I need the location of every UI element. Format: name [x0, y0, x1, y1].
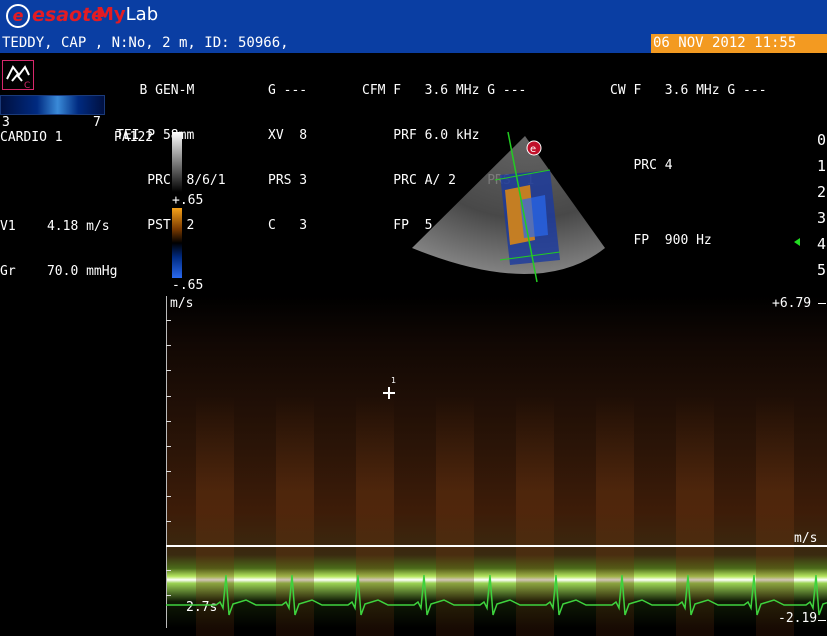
color-scale-min: -.65	[172, 278, 204, 293]
depth-tick: 5	[817, 261, 827, 279]
axis-tick	[166, 345, 171, 346]
param-line: PRC 4	[610, 158, 673, 173]
param-line: PRS 3	[268, 173, 308, 188]
param-line: CW F 3.6 MHz G ---	[610, 83, 767, 98]
depth-tick: 4	[817, 235, 827, 253]
axis-tick	[166, 496, 171, 497]
ecg-trace	[166, 574, 827, 616]
axis-tick	[166, 396, 171, 397]
patient-info: TEDDY, CAP , N:No, 2 m, ID: 50966,	[2, 35, 289, 51]
crosshair-icon	[383, 387, 395, 399]
heart-probe-icon: C	[6, 65, 30, 91]
axis-tick	[166, 521, 171, 522]
axis-tick	[166, 320, 171, 321]
measurement-row: V1 4.18 m/s	[0, 219, 117, 234]
probe-range-min: 3	[2, 115, 10, 130]
product-suffix: Lab	[125, 4, 159, 25]
svg-text:e: e	[530, 144, 536, 155]
product-name: MyLab	[96, 4, 158, 25]
max-velocity-tick	[818, 303, 826, 304]
measurement-unit: m/s	[86, 219, 110, 234]
measurement-cursor[interactable]	[381, 384, 401, 408]
depth-tick: 3	[817, 209, 827, 227]
preset-name: CARDIO 1	[0, 130, 63, 145]
param-line: PRC 8/6/1	[116, 173, 226, 188]
velocity-unit-top: m/s	[170, 296, 194, 311]
param-line: C 3	[268, 218, 308, 233]
product-prefix: My	[96, 4, 126, 25]
cursor-label: 1	[391, 376, 397, 385]
cw-params: CW F 3.6 MHz G --- PRC 4 FP 900 Hz	[610, 53, 767, 263]
param-line: B GEN-M	[116, 83, 195, 98]
spectrum-baseline	[166, 545, 827, 547]
param-line: PST 2	[116, 218, 195, 233]
probe-range-max: 7	[93, 115, 101, 130]
esaote-logo: e esaote	[6, 4, 104, 28]
axis-tick	[166, 471, 171, 472]
velocity-unit-baseline: m/s	[794, 531, 818, 546]
brand-name: esaote	[32, 4, 105, 26]
exam-date: 06 NOV 2012 11:55	[653, 35, 797, 51]
measurement-label: Gr	[0, 264, 16, 279]
param-line: XV 8	[268, 128, 308, 143]
grayscale-bar	[172, 132, 182, 192]
axis-tick	[166, 421, 171, 422]
param-line: CFM F 3.6 MHz G ---	[362, 83, 527, 98]
color-flow-bar	[172, 208, 182, 278]
measurement-value: 70.0	[46, 264, 79, 279]
color-scale-max: +.65	[172, 193, 204, 208]
depth-tick: 0	[817, 131, 827, 149]
measurement-row: Gr 70.0 mmHg	[0, 264, 117, 279]
depth-tick: 1	[817, 157, 827, 175]
param-line: FP 900 Hz	[610, 233, 712, 248]
axis-tick	[166, 446, 171, 447]
measurements: V1 4.18 m/s Gr 70.0 mmHg	[0, 189, 117, 294]
param-line: G ---	[268, 83, 308, 98]
probe-frequency-bar	[0, 95, 105, 115]
measurement-unit: mmHg	[86, 264, 118, 279]
b-mode-params: B GEN-M TEI P 58mm PRC 8/6/1 PST 2	[116, 53, 226, 248]
velocity-max: +6.79	[772, 296, 812, 311]
probe-model: PA122	[114, 130, 154, 145]
svg-text:C: C	[24, 81, 30, 89]
axis-tick	[166, 370, 171, 371]
focus-marker-icon	[794, 238, 800, 246]
b-mode-params-2: G --- XV 8 PRS 3 C 3	[268, 53, 307, 248]
measurement-value: 4.18	[46, 219, 79, 234]
cardiac-mode-icon[interactable]: C	[2, 60, 34, 91]
echo-sector-image[interactable]: e	[400, 130, 610, 290]
measurement-label: V1	[0, 219, 16, 234]
depth-tick: 2	[817, 183, 827, 201]
